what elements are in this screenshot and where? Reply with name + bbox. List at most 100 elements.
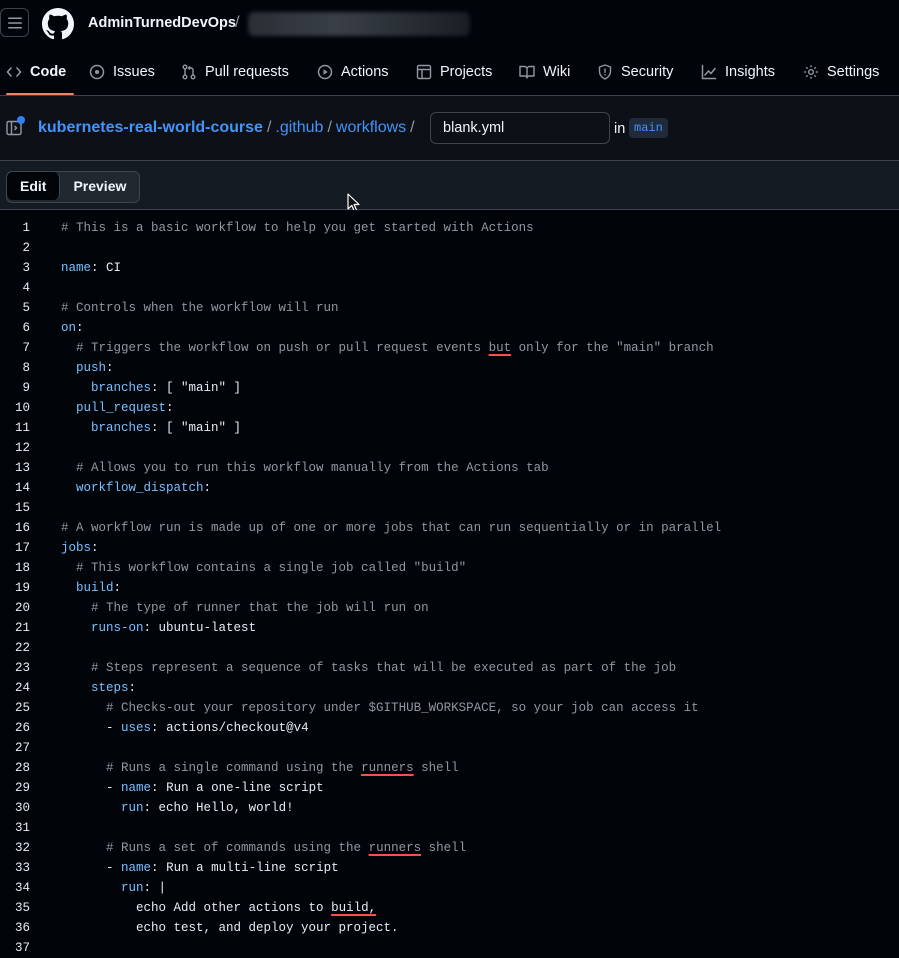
code-line[interactable]: 33 - name: Run a multi-line script [0, 858, 899, 878]
code-text: jobs: [61, 541, 99, 555]
gear-icon [804, 65, 818, 79]
code-line[interactable]: 4 [0, 278, 899, 298]
filename-input[interactable] [430, 112, 610, 144]
tab-security[interactable]: Security [597, 50, 673, 94]
breadcrumb-github-link[interactable]: .github [275, 119, 323, 136]
code-text: push: [76, 361, 114, 375]
code-line[interactable]: 32 # Runs a set of commands using the ru… [0, 838, 899, 858]
code-line[interactable]: 7 # Triggers the workflow on push or pul… [0, 338, 899, 358]
code-line[interactable]: 36 echo test, and deploy your project. [0, 918, 899, 938]
code-line[interactable]: 34 run: | [0, 878, 899, 898]
tab-insights[interactable]: Insights [701, 50, 775, 94]
code-line[interactable]: 29 - name: Run a one-line script [0, 778, 899, 798]
tab-code[interactable]: Code [6, 50, 75, 95]
line-number: 23 [14, 661, 30, 675]
code-line[interactable]: 28 # Runs a single command using the run… [0, 758, 899, 778]
code-text: - name: Run a multi-line script [106, 861, 339, 875]
code-line[interactable]: 12 [0, 438, 899, 458]
code-line[interactable]: 10 pull_request: [0, 398, 899, 418]
line-number: 29 [14, 781, 30, 795]
tab-projects-label: Projects [440, 64, 493, 80]
editor-toolbar: Edit Preview [0, 161, 899, 210]
breadcrumb-repo-link[interactable]: kubernetes-real-world-course [38, 119, 263, 136]
tab-issues-label: Issues [113, 64, 155, 80]
line-number: 34 [14, 881, 30, 895]
line-number: 25 [14, 701, 30, 715]
code-text: # Runs a set of commands using the runne… [106, 841, 467, 855]
code-text: # Runs a single command using the runner… [106, 761, 459, 775]
tab-pull-requests[interactable]: Pull requests [181, 50, 289, 94]
line-number: 13 [14, 461, 30, 475]
top-bar: AdminTurnedDevOps / [0, 0, 899, 46]
code-line[interactable]: 11 branches: [ "main" ] [0, 418, 899, 438]
branch-badge: main [629, 118, 668, 138]
code-text: # Controls when the workflow will run [61, 301, 339, 315]
code-line[interactable]: 3 name: CI [0, 258, 899, 278]
code-line[interactable]: 27 [0, 738, 899, 758]
line-number: 9 [22, 381, 30, 395]
breadcrumb: kubernetes-real-world-course / .github / wor… [38, 119, 419, 137]
code-text: # A workflow run is made up of one or mo… [61, 521, 722, 535]
tab-projects[interactable]: Projects [416, 50, 492, 94]
repo-owner-link[interactable]: AdminTurnedDevOps [88, 15, 236, 31]
line-number: 35 [14, 901, 30, 915]
line-number: 19 [14, 581, 30, 595]
tab-settings[interactable]: Settings [803, 50, 879, 94]
code-line[interactable]: 24 steps: [0, 678, 899, 698]
code-line[interactable]: 15 [0, 498, 899, 518]
tab-insights-label: Insights [725, 64, 775, 80]
line-number: 32 [14, 841, 30, 855]
line-number: 8 [22, 361, 30, 375]
redacted-area [248, 12, 470, 36]
code-line[interactable]: 5 # Controls when the workflow will run [0, 298, 899, 318]
table-icon [416, 64, 432, 80]
code-line[interactable]: 25 # Checks-out your repository under $G… [0, 698, 899, 718]
line-number: 12 [14, 441, 30, 455]
owner-separator: / [235, 14, 240, 31]
code-line[interactable]: 14 workflow_dispatch: [0, 478, 899, 498]
code-editor[interactable]: 1 # This is a basic workflow to help you … [0, 210, 899, 956]
code-line[interactable]: 19 build: [0, 578, 899, 598]
code-text: # Allows you to run this workflow manual… [76, 461, 549, 475]
code-line[interactable]: 35 echo Add other actions to build, [0, 898, 899, 918]
code-text: # Triggers the workflow on push or pull … [76, 341, 714, 355]
menu-button[interactable] [0, 8, 29, 37]
code-line[interactable]: 18 # This workflow contains a single job… [0, 558, 899, 578]
graph-icon [701, 64, 717, 80]
line-number: 22 [14, 641, 30, 655]
code-line[interactable]: 2 [0, 238, 899, 258]
tab-issues[interactable]: Issues [89, 50, 155, 94]
code-text: pull_request: [76, 401, 174, 415]
code-line[interactable]: 22 [0, 638, 899, 658]
file-path-bar: kubernetes-real-world-course / .github / wor… [0, 96, 899, 161]
code-line[interactable]: 21 runs-on: ubuntu-latest [0, 618, 899, 638]
code-line[interactable]: 26 - uses: actions/checkout@v4 [0, 718, 899, 738]
code-line[interactable]: 37 [0, 938, 899, 958]
in-label: in [614, 121, 626, 137]
code-line[interactable]: 1 # This is a basic workflow to help you … [0, 218, 899, 238]
edit-tab-button[interactable]: Edit [7, 172, 61, 200]
code-line[interactable]: 8 push: [0, 358, 899, 378]
edit-preview-toggle: Edit Preview [6, 171, 141, 203]
code-line[interactable]: 31 [0, 818, 899, 838]
line-number: 1 [22, 221, 30, 235]
tab-wiki[interactable]: Wiki [519, 50, 570, 94]
github-logo-icon[interactable] [42, 8, 74, 40]
code-line[interactable]: 20 # The type of runner that the job wil… [0, 598, 899, 618]
code-line[interactable]: 9 branches: [ "main" ] [0, 378, 899, 398]
breadcrumb-workflows-link[interactable]: workflows [336, 119, 406, 136]
code-line[interactable]: 6 on: [0, 318, 899, 338]
code-line[interactable]: 23 # Steps represent a sequence of tasks… [0, 658, 899, 678]
code-text: branches: [ "main" ] [91, 381, 242, 395]
preview-tab-button[interactable]: Preview [60, 172, 139, 200]
code-line[interactable]: 16 # A workflow run is made up of one or … [0, 518, 899, 538]
repo-nav: Code Issues Pull requests Actions Projec… [0, 50, 899, 96]
code-line[interactable]: 13 # Allows you to run this workflow man… [0, 458, 899, 478]
code-line[interactable]: 17 jobs: [0, 538, 899, 558]
line-number: 11 [14, 421, 30, 435]
line-number: 4 [22, 281, 30, 295]
line-number: 27 [14, 741, 30, 755]
code-line[interactable]: 30 run: echo Hello, world! [0, 798, 899, 818]
tab-actions[interactable]: Actions [317, 50, 389, 94]
line-number: 15 [14, 501, 30, 515]
